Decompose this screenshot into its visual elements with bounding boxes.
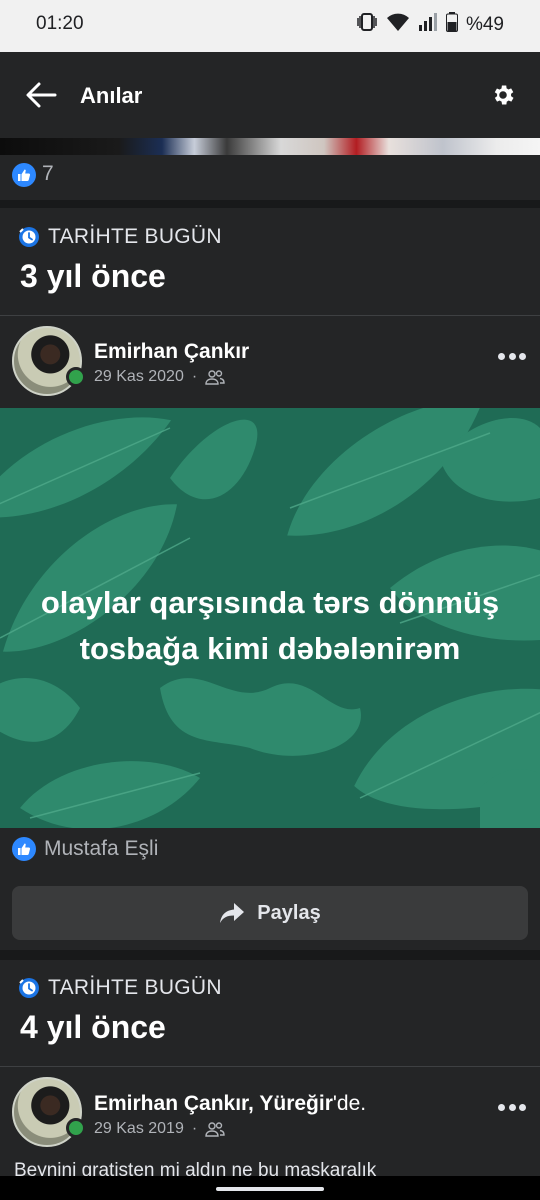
meta-separator: · — [191, 368, 198, 385]
gear-icon — [494, 85, 514, 105]
share-button[interactable]: Paylaş — [12, 886, 528, 940]
signal-icon — [418, 12, 438, 38]
like-icon — [12, 163, 36, 187]
previous-post-photo[interactable] — [0, 138, 540, 156]
years-ago-heading: 4 yıl önce — [20, 1009, 166, 1045]
more-options-button[interactable] — [498, 351, 526, 361]
online-status-dot — [66, 1118, 86, 1138]
settings-button[interactable] — [490, 82, 516, 108]
page-title: Anılar — [80, 83, 143, 108]
back-button[interactable] — [24, 80, 58, 110]
post-text-line-2: tosbağa kimi dəbələnirəm — [79, 631, 461, 666]
app-bar: Anılar — [0, 52, 540, 138]
reaction-name: Mustafa Eşli — [44, 837, 159, 860]
more-icon — [498, 1103, 505, 1111]
share-arrow-icon — [220, 903, 245, 923]
meta-separator: · — [191, 1120, 198, 1137]
memory-header-1: TARİHTE BUGÜN 3 yıl önce — [0, 208, 540, 315]
status-time: 01:20 — [36, 13, 84, 34]
online-status-dot — [66, 367, 86, 387]
years-ago-heading: 3 yıl önce — [20, 258, 166, 294]
post-text: olaylar qarşısında tərs dönmüş tosbağa k… — [10, 580, 530, 672]
section-label: TARİHTE BUGÜN — [48, 225, 222, 248]
post-text-line-1: olaylar qarşısında tərs dönmüş — [40, 585, 500, 620]
home-gesture-handle[interactable] — [216, 1187, 324, 1191]
more-icon — [498, 352, 505, 360]
post-author-line: Emirhan Çankır, Yüreğir'de. — [94, 1092, 366, 1116]
vibrate-icon — [356, 12, 378, 38]
more-options-button[interactable] — [498, 1102, 526, 1112]
text-background-post[interactable]: olaylar qarşısında tərs dönmüş tosbağa k… — [0, 408, 540, 828]
friends-icon — [205, 370, 225, 385]
memory-header-2: TARİHTE BUGÜN 4 yıl önce — [0, 960, 540, 1066]
like-count: 7 — [42, 162, 54, 185]
post-reactions[interactable]: Mustafa Eşli — [0, 828, 540, 874]
post-author[interactable]: Emirhan Çankır, — [94, 1092, 259, 1115]
battery-percent: %49 — [465, 14, 504, 35]
post-author[interactable]: Emirhan Çankır — [94, 340, 249, 364]
section-label: TARİHTE BUGÜN — [48, 976, 222, 999]
previous-post-reactions[interactable]: 7 — [0, 156, 540, 200]
friends-icon — [205, 1122, 225, 1137]
like-icon — [12, 837, 36, 861]
post-date[interactable]: 29 Kas 2020 — [94, 368, 184, 386]
share-label: Paylaş — [257, 901, 321, 924]
post-location[interactable]: Yüreğir — [259, 1092, 333, 1115]
system-nav-bar — [0, 1176, 540, 1200]
post-date[interactable]: 29 Kas 2019 — [94, 1120, 184, 1138]
location-suffix: 'de. — [332, 1092, 367, 1115]
clock-icon — [19, 978, 39, 998]
status-icons: %49 — [356, 12, 504, 38]
share-area: Paylaş — [0, 874, 540, 950]
status-bar: 01:20 %49 — [0, 0, 540, 52]
battery-icon — [445, 12, 458, 38]
post-header-1: Emirhan Çankır 29 Kas 2020 · — [0, 316, 540, 408]
clock-icon — [19, 227, 39, 247]
back-arrow-icon — [26, 82, 57, 108]
wifi-icon — [386, 12, 410, 38]
